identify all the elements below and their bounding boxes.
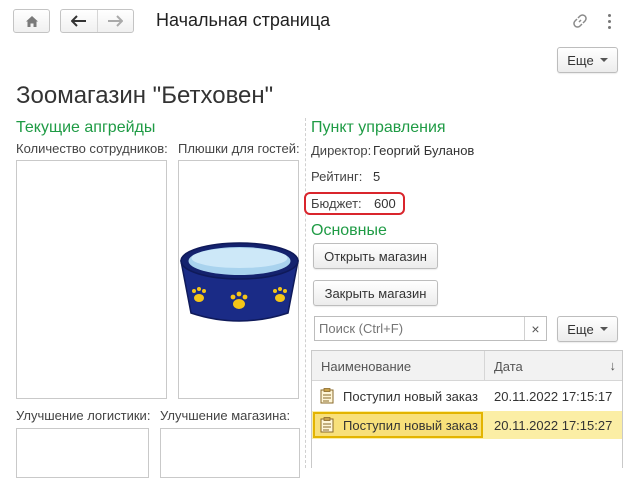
column-name-label: Наименование	[321, 359, 412, 374]
column-date-label: Дата	[494, 359, 523, 374]
rating-label: Рейтинг:	[311, 169, 363, 184]
director-label: Директор:	[311, 143, 372, 158]
search-field[interactable]: ×	[314, 316, 547, 341]
link-icon	[573, 14, 587, 28]
home-icon	[25, 15, 38, 27]
budget-value: 600	[374, 196, 396, 211]
sort-arrow-icon: ↓	[609, 358, 617, 373]
open-store-label: Открыть магазин	[324, 248, 427, 264]
close-store-label: Закрыть магазин	[324, 285, 427, 301]
logistics-label: Улучшение логистики:	[16, 408, 151, 423]
chevron-down-icon	[599, 327, 608, 331]
table-row[interactable]: Поступил новый заказ 20.11.2022 17:15:17	[312, 382, 622, 410]
window-title: Начальная страница	[156, 10, 331, 30]
staff-label: Количество сотрудников:	[16, 141, 168, 156]
close-store-button[interactable]: Закрыть магазин	[313, 280, 438, 306]
store-panel	[160, 428, 300, 478]
pet-bowl-image	[180, 242, 299, 322]
chevron-down-icon	[599, 58, 608, 62]
top-more-label: Еще	[567, 52, 594, 68]
nav-buttons	[60, 9, 134, 33]
upgrades-heading: Текущие апгрейды	[16, 119, 156, 136]
row-date: 20.11.2022 17:15:27	[494, 418, 613, 433]
column-header-date[interactable]: Дата ↓	[485, 351, 622, 380]
director-value: Георгий Буланов	[373, 143, 475, 158]
home-button[interactable]	[13, 9, 50, 33]
more-vertical-icon	[607, 13, 611, 29]
search-input[interactable]	[315, 317, 523, 340]
events-table: Наименование Дата ↓ Поступил новый заказ…	[311, 350, 623, 468]
goodies-label: Плюшки для гостей:	[178, 141, 300, 156]
arrow-left-icon	[70, 15, 86, 27]
forward-button[interactable]	[96, 10, 134, 32]
more-vertical-button[interactable]	[602, 11, 616, 31]
control-heading: Пункт управления	[311, 119, 446, 136]
back-button[interactable]	[61, 10, 97, 32]
table-row-selected[interactable]: Поступил новый заказ 20.11.2022 17:15:27	[312, 411, 622, 439]
page-title: Зоомагазин "Бетховен"	[16, 82, 274, 109]
rating-value: 5	[373, 169, 381, 184]
row-name: Поступил новый заказ	[343, 418, 478, 433]
staff-panel	[16, 160, 167, 399]
goodies-panel	[178, 160, 299, 399]
table-more-button[interactable]: Еще	[557, 316, 618, 342]
document-icon	[320, 417, 334, 436]
row-name: Поступил новый заказ	[343, 389, 478, 404]
budget-label: Бюджет:	[311, 196, 362, 211]
table-header: Наименование Дата ↓	[312, 351, 622, 381]
document-icon	[320, 388, 334, 407]
arrow-right-icon	[108, 15, 124, 27]
column-header-name[interactable]: Наименование	[312, 351, 485, 380]
open-store-button[interactable]: Открыть магазин	[313, 243, 438, 269]
table-more-label: Еще	[567, 321, 594, 337]
store-label: Улучшение магазина:	[160, 408, 291, 423]
main-heading: Основные	[311, 222, 387, 239]
top-more-button[interactable]: Еще	[557, 47, 618, 73]
clear-search-button[interactable]: ×	[524, 317, 546, 340]
divider	[305, 118, 306, 468]
row-date: 20.11.2022 17:15:17	[494, 389, 613, 404]
close-icon: ×	[531, 320, 540, 337]
link-button[interactable]	[570, 11, 590, 31]
logistics-panel	[16, 428, 149, 478]
